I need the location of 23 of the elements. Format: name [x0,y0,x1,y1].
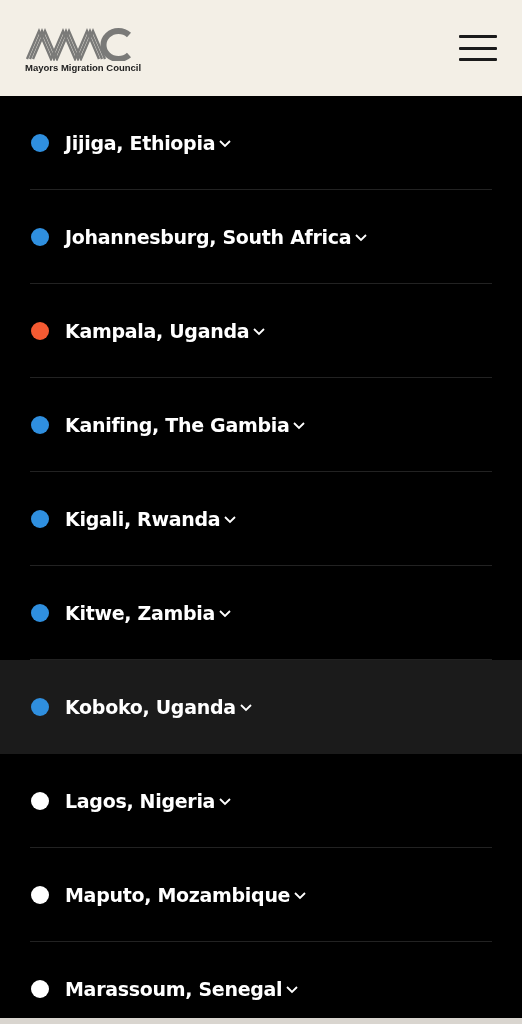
city-toggle[interactable]: Lagos, Nigeria [65,789,233,812]
chevron-icon [218,795,233,806]
city-toggle[interactable]: Kanifing, The Gambia [65,413,307,436]
chevron-icon [223,513,238,524]
chevron-icon [285,983,300,994]
chevron-icon [238,701,253,712]
city-toggle[interactable]: Maputo, Mozambique [65,883,308,906]
menu-button[interactable] [459,35,497,61]
city-toggle[interactable]: Marassoum, Senegal [65,977,300,1000]
chevron-icon [218,137,233,148]
logo-icon [25,27,133,61]
chevron-icon [354,231,369,242]
city-toggle[interactable]: Kampala, Uganda [65,319,267,342]
city-toggle[interactable]: Johannesburg, South Africa [65,225,369,248]
chevron-icon [293,889,308,900]
chevron-icon [252,325,267,336]
logo-caption: Mayors Migration Council [25,62,142,73]
city-toggle[interactable]: Kigali, Rwanda [65,507,238,530]
city-toggle[interactable]: Jijiga, Ethiopia [65,131,233,154]
chevron-icon [218,607,233,618]
city-toggle[interactable]: Kitwe, Zambia [65,601,233,624]
city-toggle[interactable]: Koboko, Uganda [65,695,253,718]
chevron-icon [292,419,307,430]
